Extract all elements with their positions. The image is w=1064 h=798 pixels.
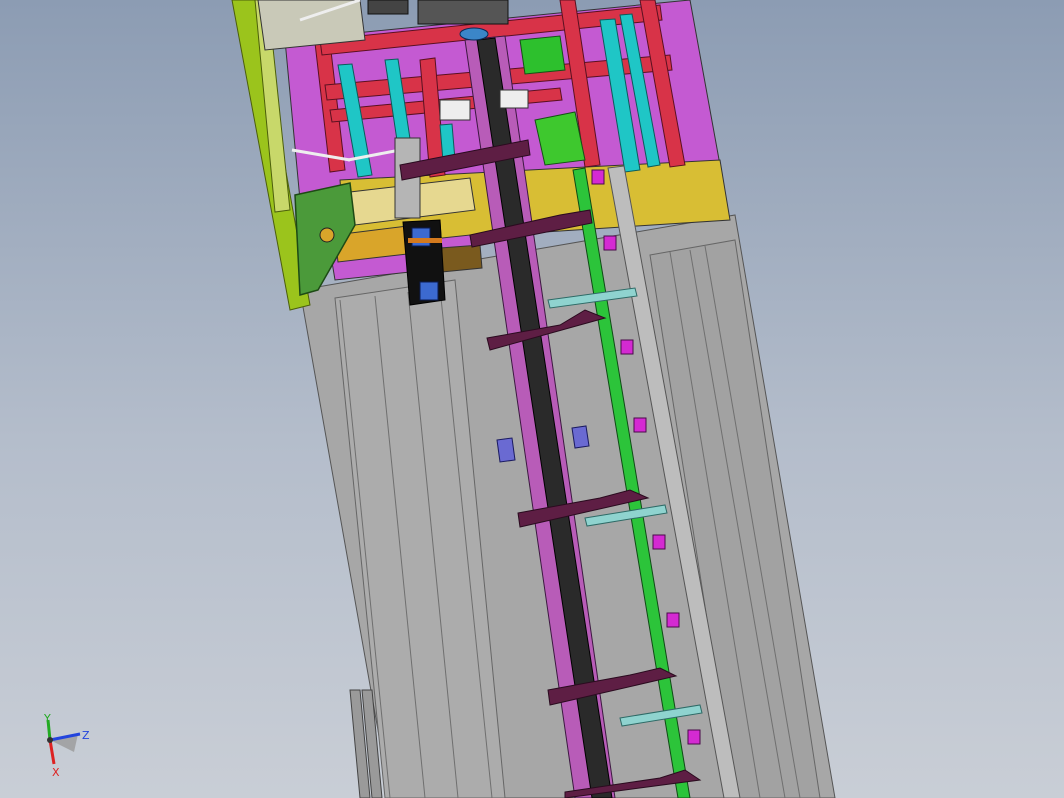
brown-block: [439, 244, 483, 273]
triad-origin: [47, 737, 53, 743]
triad-x-label: X: [52, 766, 60, 779]
slider-blue-part-2: [419, 281, 439, 301]
green-block-top: [519, 35, 566, 75]
slider-blue-part-1: [411, 227, 431, 247]
triad-y-label: Y: [43, 712, 51, 725]
bracket-hole: [319, 227, 335, 243]
white-block-2: [499, 89, 529, 109]
triad-z-label: Z: [82, 729, 90, 742]
belt-pulley: [459, 27, 489, 41]
white-block-1: [439, 99, 471, 121]
top-mech-box: [417, 0, 509, 25]
conveyor-assembly-model[interactable]: [0, 0, 1064, 798]
orientation-triad: Y Z X: [43, 712, 90, 779]
top-dark-block: [367, 0, 409, 15]
cad-graphics-viewport[interactable]: Y Z X: [0, 0, 1064, 798]
slider-orange-bar: [408, 238, 442, 243]
triad-x-axis: [48, 739, 56, 765]
